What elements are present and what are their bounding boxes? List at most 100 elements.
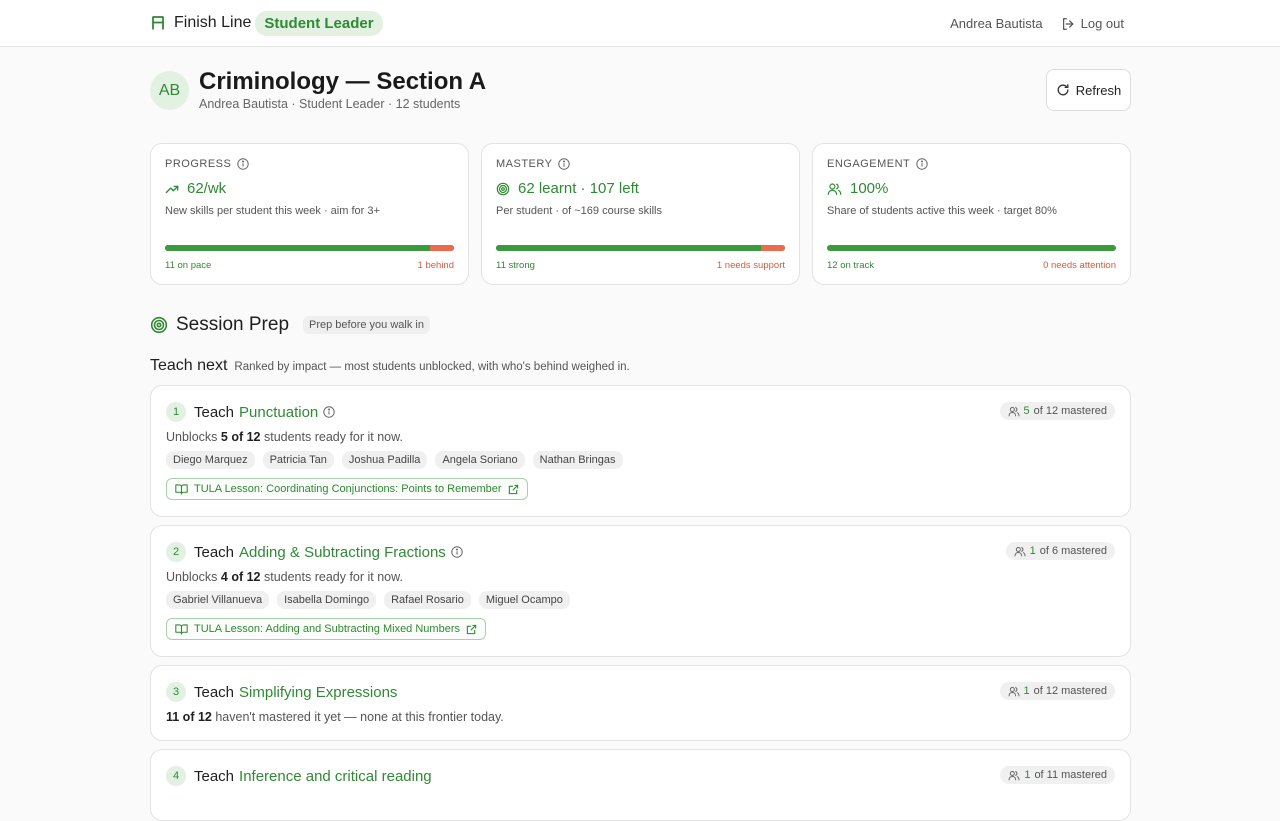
top-bar: Finish Line Student Leader Andrea Bautis…	[0, 0, 1280, 47]
mastered-count: 1	[1023, 685, 1030, 697]
unblocks-line: 11 of 12 haven't mastered it yet — none …	[166, 710, 1115, 724]
progress-bar	[165, 245, 454, 251]
skill-name[interactable]: Simplifying Expressions	[239, 684, 397, 701]
brand[interactable]: Finish Line	[150, 14, 251, 32]
mastered-label: of 12 mastered	[1033, 685, 1107, 697]
bar-bad-label: 0 needs attention	[1043, 260, 1116, 271]
info-icon[interactable]	[323, 406, 335, 418]
skill-name[interactable]: Punctuation	[239, 404, 318, 421]
lesson-link[interactable]: TULA Lesson: Adding and Subtracting Mixe…	[166, 618, 486, 640]
book-icon	[175, 623, 188, 635]
unblocks-line: Unblocks 4 of 12 students ready for it n…	[166, 570, 1115, 584]
student-chip[interactable]: Joshua Padilla	[341, 451, 428, 469]
mastered-label: of 12 mastered	[1033, 405, 1107, 417]
student-chip[interactable]: Rafael Rosario	[384, 591, 471, 609]
skill-name[interactable]: Inference and critical reading	[239, 768, 432, 785]
users-icon	[1014, 546, 1026, 557]
metric-description: Per student · of ~169 course skills	[496, 205, 662, 217]
unblocks-prefix: Unblocks	[166, 430, 221, 444]
student-chip[interactable]: Diego Marquez	[166, 451, 255, 469]
metric-description: Share of students active this week · tar…	[827, 205, 1057, 217]
metric-label: PROGRESS	[165, 158, 232, 170]
bar-good-label: 12 on track	[827, 260, 874, 271]
bar-good-segment	[496, 245, 761, 251]
mastered-count: 5	[1023, 405, 1030, 417]
target-icon	[150, 316, 168, 334]
unblocks-line: Unblocks 5 of 12 students ready for it n…	[166, 430, 1115, 444]
lesson-label: TULA Lesson: Coordinating Conjunctions: …	[194, 483, 502, 495]
student-chip[interactable]: Patricia Tan	[262, 451, 334, 469]
student-chip[interactable]: Isabella Domingo	[277, 591, 377, 609]
unblocks-suffix: students ready for it now.	[260, 570, 403, 584]
teach-card: 2 Teach Adding & Subtracting Fractions 1…	[150, 525, 1131, 657]
mastered-count: 1	[1024, 769, 1031, 781]
teach-verb: Teach	[194, 403, 235, 421]
lesson-link[interactable]: TULA Lesson: Coordinating Conjunctions: …	[166, 478, 528, 500]
logout-label: Log out	[1080, 16, 1124, 31]
info-icon[interactable]	[916, 158, 928, 170]
student-chip[interactable]: Nathan Bringas	[532, 451, 623, 469]
users-icon	[1008, 770, 1020, 781]
teach-card: 4 Teach Inference and critical reading 1…	[150, 749, 1131, 821]
skill-name[interactable]: Adding & Subtracting Fractions	[239, 544, 446, 561]
logout-icon	[1061, 17, 1075, 31]
metric-progress: PROGRESS 62/wk New skills per student th…	[150, 143, 469, 285]
role-badge: Student Leader	[255, 10, 383, 36]
metric-value: 100%	[850, 180, 889, 197]
bar-bad-segment	[760, 245, 785, 251]
section-badge: Prep before you walk in	[303, 316, 430, 334]
student-chip[interactable]: Angela Soriano	[435, 451, 525, 469]
unblocks-count: 5 of 12	[220, 430, 261, 444]
unblocks-count: 11 of 12	[166, 710, 212, 724]
teach-card: 3 Teach Simplifying Expressions 1 of 12 …	[150, 665, 1131, 741]
unblocks-suffix: haven't mastered it yet — none at this f…	[211, 710, 504, 724]
trending-up-icon	[165, 182, 179, 196]
bar-good-label: 11 on pace	[165, 260, 212, 271]
metric-value: 62 learnt · 107 left	[518, 180, 639, 197]
unblocks-suffix: students ready for it now.	[260, 430, 403, 444]
unblocks-count: 4 of 12	[220, 570, 261, 584]
teach-next-subtitle: Ranked by impact — most students unblock…	[234, 361, 630, 373]
info-icon[interactable]	[237, 158, 250, 170]
bar-bad-label: 1 behind	[417, 260, 454, 271]
student-chips: Diego Marquez Patricia Tan Joshua Padill…	[166, 451, 1115, 469]
student-chip[interactable]: Gabriel Villanueva	[166, 591, 270, 609]
metric-label: ENGAGEMENT	[827, 158, 911, 170]
bar-good-label: 11 strong	[496, 260, 535, 271]
rank-badge: 1	[166, 402, 186, 422]
section-header: AB Criminology — Section A Andrea Bautis…	[150, 47, 1131, 143]
external-link-icon	[508, 484, 519, 495]
student-chip[interactable]: Miguel Ocampo	[478, 591, 570, 609]
mastered-badge: 5 of 12 mastered	[999, 402, 1115, 420]
external-link-icon	[466, 624, 477, 635]
bar-good-segment	[827, 245, 1116, 251]
mastered-badge: 1 of 11 mastered	[1000, 766, 1115, 784]
target-icon	[496, 182, 510, 196]
page-title: Criminology — Section A	[199, 68, 487, 95]
teach-verb: Teach	[194, 683, 235, 701]
lesson-label: TULA Lesson: Adding and Subtracting Mixe…	[194, 623, 460, 635]
brand-name: Finish Line	[174, 14, 252, 31]
metric-value: 62/wk	[187, 180, 227, 197]
metric-mastery: MASTERY 62 learnt · 107 left Per student…	[481, 143, 800, 285]
progress-bar	[827, 245, 1116, 251]
bar-bad-label: 1 needs support	[716, 260, 785, 271]
users-icon	[1008, 686, 1020, 697]
mastered-badge: 1 of 12 mastered	[999, 682, 1115, 700]
unblocks-prefix: Unblocks	[166, 570, 221, 584]
info-icon[interactable]	[558, 158, 571, 170]
bar-good-segment	[165, 245, 430, 251]
info-icon[interactable]	[451, 546, 463, 558]
user-name: Andrea Bautista	[950, 16, 1043, 31]
finish-line-logo-icon	[150, 15, 166, 31]
main-content: AB Criminology — Section A Andrea Bautis…	[150, 47, 1131, 821]
mastered-badge: 1 of 6 mastered	[1005, 542, 1115, 560]
users-icon	[827, 182, 842, 196]
logout-button[interactable]: Log out	[1061, 16, 1124, 31]
refresh-button[interactable]: Refresh	[1046, 69, 1131, 111]
rank-badge: 4	[166, 766, 186, 786]
metric-label: MASTERY	[496, 158, 553, 170]
mastered-label: of 6 mastered	[1039, 545, 1107, 557]
book-icon	[175, 483, 188, 495]
rank-badge: 2	[166, 542, 186, 562]
